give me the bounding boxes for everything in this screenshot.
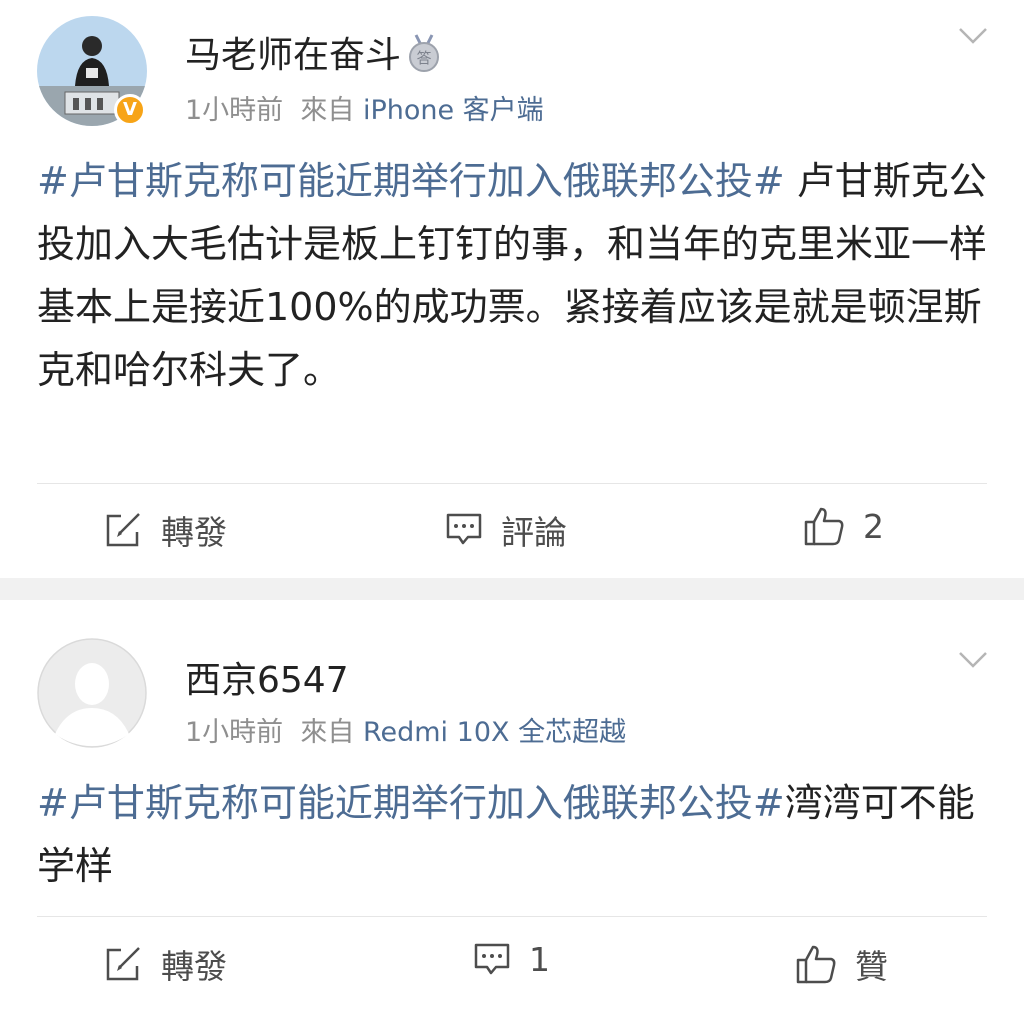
edit-icon — [106, 947, 140, 981]
chevron-down-icon[interactable] — [958, 650, 988, 670]
post-time: 1小時前 — [185, 717, 284, 748]
medal-icon[interactable]: 答 — [407, 33, 441, 82]
repost-button[interactable]: 轉發 — [105, 940, 227, 988]
repost-label[interactable]: 轉發 — [161, 940, 227, 988]
like-button[interactable]: 2 — [803, 506, 884, 546]
post-content: #卢甘斯克称可能近期举行加入俄联邦公投# 卢甘斯克公投加入大毛估计是板上钉钉的事… — [37, 150, 987, 402]
repost-button[interactable]: 轉發 — [105, 506, 227, 554]
comment-label[interactable]: 評論 — [501, 506, 567, 554]
username[interactable]: 西京6547 — [185, 651, 349, 703]
from-label: 來自 — [300, 717, 355, 748]
verified-badge: V — [114, 94, 146, 126]
username-text[interactable]: 马老师在奋斗 — [185, 35, 401, 76]
post-meta: 1小時前 來自 Redmi 10X 全芯超越 — [185, 710, 626, 749]
hashtag-link[interactable]: #卢甘斯克称可能近期举行加入俄联邦公投# — [37, 159, 785, 203]
comment-icon — [474, 943, 510, 974]
comment-icon — [446, 513, 482, 545]
like-button[interactable]: 贊 — [795, 940, 888, 988]
comment-button[interactable]: 評論 — [445, 506, 567, 554]
avatar-default[interactable] — [37, 638, 147, 748]
chevron-down-icon[interactable] — [958, 26, 988, 46]
post-content: #卢甘斯克称可能近期举行加入俄联邦公投#湾湾可不能学样 — [37, 772, 987, 898]
repost-label[interactable]: 轉發 — [161, 506, 227, 554]
like-label[interactable]: 贊 — [855, 940, 888, 988]
hashtag-link[interactable]: #卢甘斯克称可能近期举行加入俄联邦公投# — [37, 781, 785, 825]
comment-button[interactable]: 1 — [473, 940, 550, 979]
thumbs-up-icon — [796, 945, 836, 984]
edit-icon — [106, 513, 140, 547]
post-time: 1小時前 — [185, 95, 284, 126]
from-label: 來自 — [300, 95, 355, 126]
comment-count[interactable]: 1 — [529, 940, 550, 979]
feed-post-1: V 马老师在奋斗答 1小時前 來自 iPhone 客户端 #卢甘斯克称可能近期举… — [0, 0, 1024, 578]
divider — [37, 483, 987, 484]
like-count[interactable]: 2 — [863, 507, 884, 546]
divider — [37, 916, 987, 917]
post-source[interactable]: Redmi 10X 全芯超越 — [363, 717, 626, 748]
post-meta: 1小時前 來自 iPhone 客户端 — [185, 88, 544, 127]
post-source[interactable]: iPhone 客户端 — [363, 95, 544, 126]
post-separator — [0, 578, 1024, 600]
username[interactable]: 马老师在奋斗答 — [185, 26, 441, 82]
medal-glyph: 答 — [417, 49, 432, 67]
thumbs-up-icon — [804, 507, 844, 546]
